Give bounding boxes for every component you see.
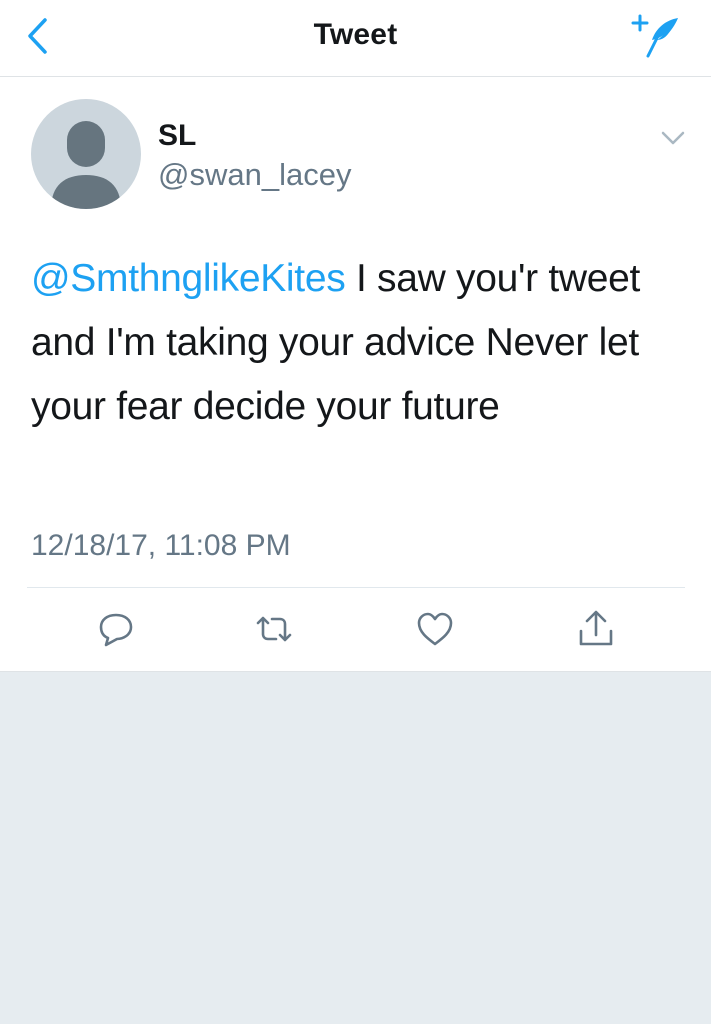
tweet-text: @SmthnglikeKites I saw you'r tweet and I…: [31, 247, 671, 439]
avatar[interactable]: [31, 99, 141, 209]
top-navigation-bar: Tweet: [0, 0, 711, 77]
retweet-icon: [256, 616, 292, 642]
reply-button[interactable]: [94, 607, 138, 651]
tweet-detail: SL @swan_lacey @SmthnglikeKites I saw yo…: [0, 77, 711, 672]
divider: [27, 587, 685, 588]
chevron-down-icon: [661, 131, 685, 145]
tweet-timestamp: 12/18/17, 11:08 PM: [31, 529, 291, 562]
share-button[interactable]: [574, 607, 618, 651]
default-avatar-icon: [51, 121, 121, 209]
page-title: Tweet: [313, 18, 398, 51]
compose-tweet-button[interactable]: [628, 12, 684, 60]
retweet-button[interactable]: [252, 607, 296, 651]
mention-link[interactable]: @SmthnglikeKites: [31, 257, 346, 300]
author-handle[interactable]: @swan_lacey: [158, 157, 351, 193]
heart-icon: [417, 612, 453, 646]
like-button[interactable]: [413, 607, 457, 651]
compose-tweet-icon: [631, 14, 678, 58]
tweet-menu-button[interactable]: [656, 127, 690, 151]
share-icon: [579, 610, 613, 646]
reply-icon: [99, 613, 133, 647]
author-display-name[interactable]: SL: [158, 119, 196, 153]
